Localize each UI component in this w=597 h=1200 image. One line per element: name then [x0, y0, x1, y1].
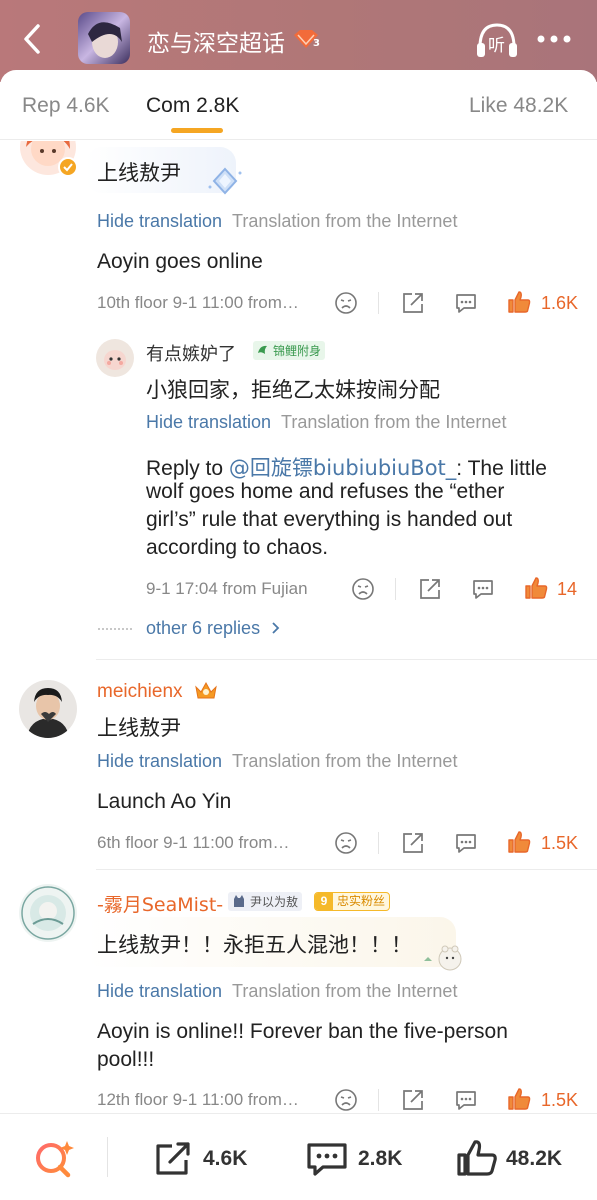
comment-meta: 6th floor 9-1 11:00 from…	[97, 833, 290, 852]
repost-icon[interactable]	[154, 1141, 194, 1177]
hide-translation-link[interactable]: Hide translation	[97, 751, 222, 772]
reply-prefix: Reply to	[146, 457, 229, 480]
like-count: 48.2K	[506, 1147, 563, 1170]
like-thumb-icon[interactable]	[506, 829, 532, 855]
separator	[378, 292, 379, 314]
comment-list[interactable]: 上线敖尹 Hide translation Translation from t…	[0, 141, 597, 1113]
verified-badge-icon	[58, 157, 78, 177]
comment-translation-text: pool!!!	[97, 1048, 155, 1071]
crown-badge-icon	[195, 681, 217, 699]
svg-text:3: 3	[313, 38, 320, 49]
bear-sticker-icon	[424, 945, 462, 971]
translation-source-note: Translation from the Internet	[232, 981, 458, 1001]
fan-level-badge: 9 忠实粉丝	[314, 892, 391, 911]
like-count: 1.5K	[541, 1090, 579, 1110]
hide-translation-link[interactable]: Hide translation	[146, 412, 271, 433]
chevron-right-icon	[272, 622, 280, 634]
like-thumb-outline-icon[interactable]	[455, 1138, 499, 1178]
more-options-icon[interactable]	[536, 34, 572, 44]
like-count: 1.5K	[541, 833, 579, 853]
dislike-face-icon[interactable]	[351, 577, 375, 601]
comment-icon[interactable]	[454, 831, 478, 855]
level-badge-icon: 3	[294, 30, 320, 49]
reply-translation-line: wolf goes home and refuses the “ether	[146, 480, 505, 503]
avatar[interactable]	[19, 884, 77, 942]
repost-count: 4.6K	[203, 1147, 248, 1170]
tab-comments[interactable]: Com 2.8K	[146, 94, 239, 118]
reply-text-part: : The little	[456, 457, 547, 480]
topic-title[interactable]: 恋与深空超话	[147, 24, 285, 58]
reply-avatar[interactable]	[96, 339, 134, 377]
reply-translation-line: Reply to @回旋镖biubiubiuBot_: The little	[146, 452, 547, 482]
like-thumb-icon[interactable]	[506, 1086, 532, 1112]
more-replies-dots	[98, 628, 132, 630]
listen-button[interactable]: 听	[474, 21, 520, 61]
reply-username[interactable]: 有点嫉妒了	[146, 340, 236, 366]
comment-original-text: 上线敖尹	[97, 716, 181, 740]
reply-original-text: 小狼回家，拒绝乙太妹按闹分配	[146, 378, 440, 402]
share-icon[interactable]	[401, 291, 425, 315]
hide-translation-link[interactable]: Hide translation	[97, 211, 222, 232]
translation-source-note: Translation from the Internet	[281, 412, 507, 432]
comment-translation-text: Aoyin is online!! Forever ban the five-p…	[97, 1020, 508, 1043]
comment-bubble-icon[interactable]	[305, 1140, 349, 1178]
like-thumb-icon[interactable]	[523, 575, 549, 601]
comment-icon[interactable]	[471, 577, 495, 601]
translation-source-note: Translation from the Internet	[232, 751, 458, 771]
koi-icon	[258, 345, 267, 354]
mention-link[interactable]: @回旋镖biubiubiuBot_	[229, 456, 456, 480]
tab-reposts[interactable]: Rep 4.6K	[22, 94, 110, 118]
comment-divider	[96, 869, 597, 870]
topic-cover-image[interactable]	[78, 12, 130, 64]
separator	[378, 832, 379, 854]
comment-count: 2.8K	[358, 1147, 403, 1170]
comment-translation-text: Launch Ao Yin	[97, 790, 232, 813]
dislike-face-icon[interactable]	[334, 291, 358, 315]
translation-source-note: Translation from the Internet	[232, 211, 458, 231]
diamond-sticker-icon	[208, 167, 242, 195]
separator	[378, 1089, 379, 1111]
fan-level-number: 9	[315, 893, 333, 910]
search-sparkle-icon[interactable]	[32, 1139, 76, 1179]
tab-bar: Rep 4.6K Com 2.8K Like 48.2K	[0, 70, 597, 140]
hide-translation-link[interactable]: Hide translation	[97, 981, 222, 1002]
dislike-face-icon[interactable]	[334, 1088, 358, 1112]
comment-original-text: 上线敖尹	[97, 161, 181, 185]
reply-user-badge: 锦鲤附身	[253, 341, 326, 360]
listen-label: 听	[488, 36, 505, 56]
back-arrow-icon[interactable]	[18, 22, 48, 56]
tab-likes[interactable]: Like 48.2K	[469, 94, 568, 118]
bottom-action-bar: 4.6K 2.8K 48.2K	[0, 1113, 597, 1200]
fan-level-label: 忠实粉丝	[337, 894, 386, 908]
comment-username[interactable]: -霧月SeaMist-	[97, 890, 223, 917]
avatar[interactable]	[19, 680, 77, 738]
reply-translation-line: girl’s” rule that everything is handed o…	[146, 508, 513, 531]
user-title-badge: 尹以为敖	[228, 892, 303, 911]
comment-translation-text: Aoyin goes online	[97, 250, 263, 273]
comment-meta: 10th floor 9-1 11:00 from…	[97, 293, 299, 312]
comment-divider	[96, 659, 597, 660]
like-thumb-icon[interactable]	[506, 289, 532, 315]
cat-icon	[234, 895, 244, 907]
share-icon[interactable]	[401, 831, 425, 855]
comment-icon[interactable]	[454, 291, 478, 315]
reply-translation-line: according to chaos.	[146, 536, 329, 559]
separator	[395, 578, 396, 600]
active-tab-indicator	[171, 128, 223, 133]
comment-original-text: 上线敖尹！！永拒五人混池！！！	[97, 933, 412, 957]
comment-meta: 12th floor 9-1 11:00 from…	[97, 1090, 299, 1109]
like-count: 1.6K	[541, 293, 579, 313]
reply-meta: 9-1 17:04 from Fujian	[146, 579, 308, 598]
share-icon[interactable]	[418, 577, 442, 601]
like-count: 14	[557, 579, 578, 599]
more-replies-link[interactable]: other 6 replies	[146, 618, 281, 639]
comment-icon[interactable]	[454, 1088, 478, 1112]
dislike-face-icon[interactable]	[334, 831, 358, 855]
share-icon[interactable]	[401, 1088, 425, 1112]
separator	[107, 1137, 108, 1177]
comment-username[interactable]: meichienx	[97, 681, 183, 703]
